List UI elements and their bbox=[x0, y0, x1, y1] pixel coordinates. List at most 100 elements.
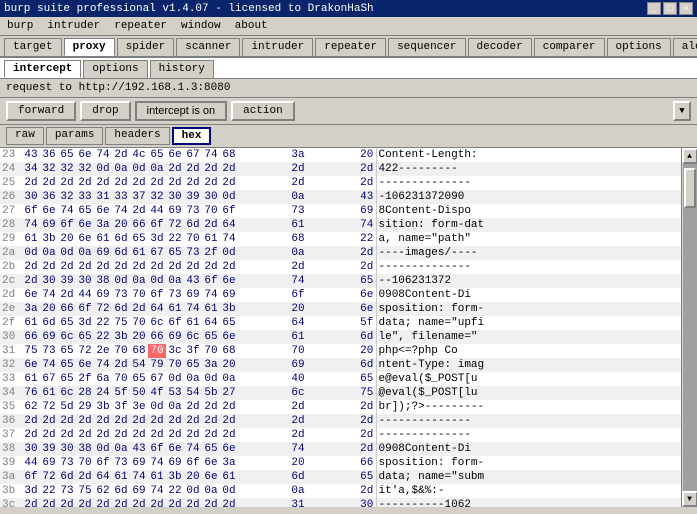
hex-byte[interactable]: 70 bbox=[76, 456, 94, 470]
hex-byte[interactable]: 30 bbox=[202, 190, 220, 204]
hex-byte[interactable]: 2d bbox=[40, 498, 58, 507]
hex-byte[interactable]: 20 bbox=[112, 218, 130, 232]
hex-byte[interactable]: 62 bbox=[22, 400, 40, 414]
hex-byte[interactable]: 74 bbox=[22, 218, 40, 232]
hex-byte[interactable]: 2d bbox=[112, 148, 130, 162]
hex-byte[interactable]: 69 bbox=[166, 456, 184, 470]
hex-byte[interactable]: 33 bbox=[112, 190, 130, 204]
hex-byte[interactable]: 76 bbox=[22, 386, 40, 400]
hex-byte[interactable]: 73 bbox=[184, 246, 202, 260]
hex-byte[interactable]: 30 bbox=[22, 442, 40, 456]
hex-byte[interactable]: 66 bbox=[130, 218, 148, 232]
hex-byte[interactable]: 69 bbox=[40, 456, 58, 470]
hex-byte[interactable]: 6c bbox=[58, 386, 76, 400]
hex-byte[interactable]: 2d bbox=[220, 176, 238, 190]
intercept-toggle[interactable]: intercept is on bbox=[135, 101, 227, 121]
hex-byte[interactable]: 2d bbox=[184, 414, 202, 428]
hex-byte[interactable]: 31 bbox=[238, 498, 358, 507]
hex-byte[interactable]: 2d bbox=[184, 260, 202, 274]
hex-byte[interactable]: 61 bbox=[22, 316, 40, 330]
hex-byte[interactable]: 0d bbox=[148, 400, 166, 414]
hex-byte[interactable]: 2d bbox=[358, 176, 376, 190]
hex-byte[interactable]: 44 bbox=[76, 288, 94, 302]
hex-byte[interactable]: 74 bbox=[202, 148, 220, 162]
hex-byte[interactable]: 2d bbox=[220, 260, 238, 274]
action-button[interactable]: action bbox=[231, 101, 295, 121]
hex-byte[interactable]: 2d bbox=[22, 498, 40, 507]
hex-byte[interactable]: 6c bbox=[58, 330, 76, 344]
hex-byte[interactable]: 3d bbox=[22, 484, 40, 498]
hex-byte[interactable]: 2d bbox=[40, 428, 58, 442]
hex-byte[interactable]: 0d bbox=[166, 372, 184, 386]
hex-byte[interactable]: 20 bbox=[358, 148, 376, 162]
hex-byte[interactable]: 65 bbox=[202, 442, 220, 456]
hex-byte[interactable]: 40 bbox=[238, 372, 358, 386]
hex-byte[interactable]: 0d bbox=[58, 246, 76, 260]
scroll-track[interactable] bbox=[683, 164, 697, 491]
hex-byte[interactable]: 3a bbox=[22, 302, 40, 316]
hex-byte[interactable]: 61 bbox=[40, 386, 58, 400]
hex-byte[interactable]: 65 bbox=[58, 316, 76, 330]
hex-byte[interactable]: 65 bbox=[58, 344, 76, 358]
hex-byte[interactable]: 6d bbox=[112, 484, 130, 498]
scroll-up-button[interactable]: ▲ bbox=[682, 148, 697, 164]
hex-byte[interactable]: 32 bbox=[148, 190, 166, 204]
hex-byte[interactable]: 69 bbox=[40, 330, 58, 344]
hex-byte[interactable]: 65 bbox=[76, 204, 94, 218]
hex-byte[interactable]: 64 bbox=[148, 302, 166, 316]
hex-byte[interactable]: 6e bbox=[220, 330, 238, 344]
hex-byte[interactable]: 2d bbox=[202, 260, 220, 274]
hex-byte[interactable]: 0a bbox=[220, 372, 238, 386]
close-button[interactable]: × bbox=[679, 2, 693, 15]
hex-byte[interactable]: 6e bbox=[358, 288, 376, 302]
hex-byte[interactable]: 67 bbox=[148, 372, 166, 386]
hex-byte[interactable]: 6d bbox=[112, 302, 130, 316]
hex-byte[interactable]: 70 bbox=[202, 204, 220, 218]
hex-byte[interactable]: 75 bbox=[22, 344, 40, 358]
hex-byte[interactable]: 5f bbox=[112, 386, 130, 400]
hex-byte[interactable]: 61 bbox=[202, 232, 220, 246]
hex-byte[interactable]: 2d bbox=[358, 400, 376, 414]
menu-repeater[interactable]: repeater bbox=[111, 19, 170, 33]
hex-byte[interactable]: 0d bbox=[130, 162, 148, 176]
hex-byte[interactable]: 38 bbox=[76, 442, 94, 456]
hex-byte[interactable]: 66 bbox=[58, 302, 76, 316]
maximize-button[interactable]: □ bbox=[663, 2, 677, 15]
hex-byte[interactable]: 2d bbox=[358, 428, 376, 442]
hex-byte[interactable]: 30 bbox=[358, 498, 376, 507]
hex-byte[interactable]: 70 bbox=[238, 344, 358, 358]
hex-byte[interactable]: 74 bbox=[40, 358, 58, 372]
hex-byte[interactable]: 2d bbox=[130, 176, 148, 190]
hex-byte[interactable]: 65 bbox=[130, 232, 148, 246]
hex-byte[interactable]: 2d bbox=[58, 176, 76, 190]
hex-byte[interactable]: 6c bbox=[184, 330, 202, 344]
hex-byte[interactable]: 28 bbox=[76, 386, 94, 400]
hex-byte[interactable]: 0a bbox=[148, 162, 166, 176]
hex-byte[interactable]: 69 bbox=[130, 484, 148, 498]
hex-byte[interactable]: 2d bbox=[130, 498, 148, 507]
hex-byte[interactable]: 69 bbox=[220, 288, 238, 302]
hex-byte[interactable]: 6d bbox=[358, 358, 376, 372]
hex-byte[interactable]: 6d bbox=[358, 330, 376, 344]
hex-byte[interactable]: 68 bbox=[130, 344, 148, 358]
hex-byte[interactable]: 69 bbox=[184, 288, 202, 302]
hex-byte[interactable]: 2d bbox=[184, 498, 202, 507]
hex-byte[interactable]: 6f bbox=[184, 456, 202, 470]
hex-byte[interactable]: 5d bbox=[58, 400, 76, 414]
hex-byte[interactable]: 61 bbox=[148, 470, 166, 484]
hex-byte[interactable]: 2d bbox=[112, 498, 130, 507]
hex-byte[interactable]: 2d bbox=[58, 260, 76, 274]
hex-byte[interactable]: 65 bbox=[130, 372, 148, 386]
hex-byte[interactable]: 2d bbox=[202, 400, 220, 414]
hex-byte[interactable]: 61 bbox=[220, 470, 238, 484]
hex-byte[interactable]: 70 bbox=[112, 372, 130, 386]
dropdown-button[interactable]: ▼ bbox=[673, 101, 691, 121]
hex-byte[interactable]: 6d bbox=[112, 246, 130, 260]
hex-byte[interactable]: 2d bbox=[238, 400, 358, 414]
hex-byte[interactable]: 74 bbox=[94, 148, 112, 162]
hex-byte[interactable]: 74 bbox=[58, 204, 76, 218]
hex-byte[interactable]: 3b bbox=[94, 400, 112, 414]
hex-byte[interactable]: 0d bbox=[220, 246, 238, 260]
hex-byte[interactable]: 74 bbox=[238, 274, 358, 288]
hex-byte[interactable]: 36 bbox=[40, 190, 58, 204]
